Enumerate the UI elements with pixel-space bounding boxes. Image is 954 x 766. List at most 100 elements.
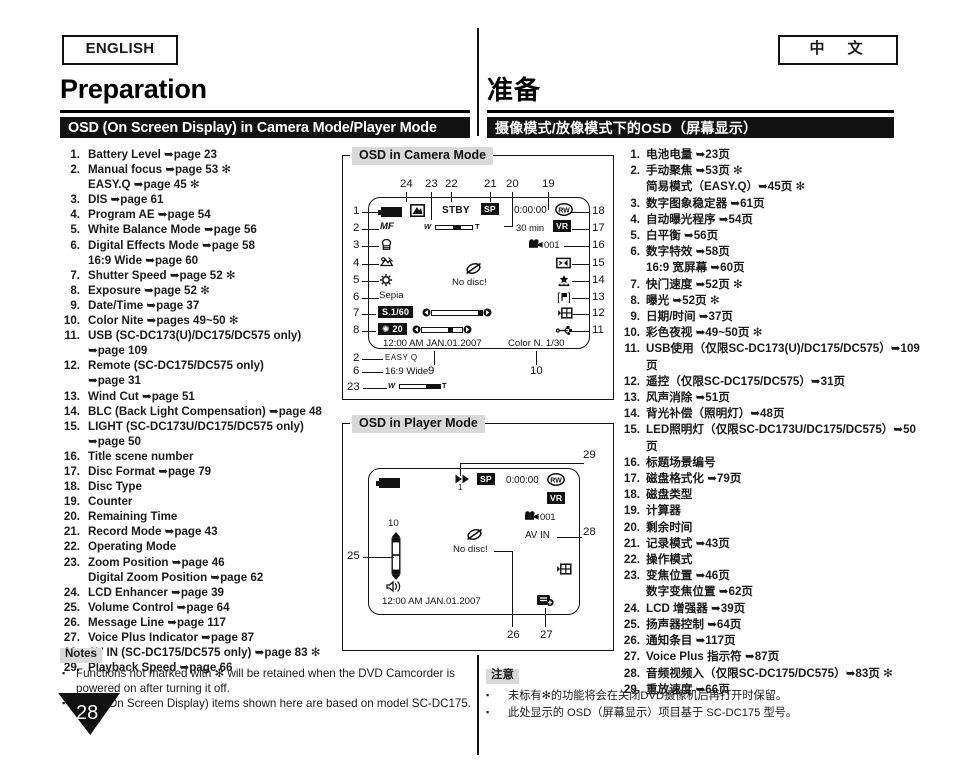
list-item-label: 背光补偿（照明灯）➥48页: [646, 407, 785, 421]
exposure-slider: [412, 325, 472, 334]
callout-22: 22: [445, 178, 458, 190]
list-item: 16. 标题场景编号: [620, 455, 920, 471]
list-item-label: Battery Level ➥page 23: [88, 148, 217, 161]
list-item-number: 19.: [623, 504, 640, 518]
note-text: OSD (On Screen Display) items shown here…: [76, 697, 472, 710]
list-item-number: 3.: [630, 196, 640, 210]
list-item-label: 曝光 ➥52页 ✻: [646, 293, 720, 307]
list-item: 1. Battery Level ➥page 23: [60, 147, 360, 162]
list-item: 18. Disc Type: [60, 479, 360, 494]
list-item-number: 20.: [63, 510, 80, 524]
leader-9: [434, 351, 435, 365]
list-item: 4. 自动曝光程序 ➥54页: [620, 212, 920, 228]
record-mode-badge: SP: [481, 203, 499, 215]
list-item-label: 磁盘格式化 ➥79页: [646, 472, 742, 486]
list-item-number: 13.: [623, 391, 640, 405]
list-item-number: 27.: [623, 650, 640, 664]
list-item-label: 电池电量 ➥23页: [646, 148, 730, 161]
list-item: 22. Operating Mode: [60, 539, 360, 554]
list-item-label: 风声消除 ➥51页: [646, 391, 730, 405]
list-item-number: 21.: [63, 525, 80, 539]
callout-15: 15: [592, 257, 605, 269]
white-balance-icon: [379, 273, 393, 288]
list-item: 25. 扬声器控制 ➥64页: [620, 617, 920, 633]
leader-23-extra: [363, 388, 387, 389]
list-item-number: 8.: [630, 293, 640, 307]
volume-slider[interactable]: [389, 531, 403, 582]
callout-10: 10: [530, 365, 543, 377]
list-item: 24. LCD 增强器 ➥39页: [620, 601, 920, 617]
list-item-number: 9.: [70, 298, 80, 312]
list-item-sublabel: 16:9 宽屏幕 ➥60页: [646, 261, 745, 275]
leader-20a: [512, 192, 513, 226]
list-item: 27. Voice Plus Indicator ➥page 87: [60, 630, 360, 645]
leader-6: [362, 298, 379, 299]
speaker-icon: [386, 580, 404, 594]
list-item-number: 8.: [70, 283, 80, 297]
note-text: 未标有✻的功能将会在关闭DVD摄像机后再打开时保留。: [508, 690, 788, 702]
callout-1: 1: [353, 205, 360, 217]
list-item-number: 25.: [623, 617, 640, 631]
note-item: ▪ 未标有✻的功能将会在关闭DVD摄像机后再打开时保留。: [486, 688, 886, 705]
section-header-chinese: 摄像模式/放像模式下的OSD（屏幕显示）: [487, 117, 894, 138]
leader-5: [362, 281, 379, 282]
playback-speed-index: 1: [458, 483, 463, 492]
list-item: 3. DIS ➥page 61: [60, 192, 360, 207]
callout-13: 13: [592, 291, 605, 303]
list-item: 2. Manual focus ➥page 53 ✻: [60, 162, 360, 177]
disc-format-label: VR: [553, 220, 572, 232]
list-item: 6. 数字特效 ➥58页: [620, 244, 920, 260]
list-item-sublabel: ➥page 31: [88, 374, 141, 388]
callout-24: 24: [400, 178, 413, 190]
list-item: 25. Volume Control ➥page 64: [60, 600, 360, 615]
osd-item-list-chinese: 1. 电池电量 ➥23页 2. 手动聚焦 ➥53页 ✻ 简易模式（EASY.Q）➥45页…: [620, 147, 920, 698]
list-item-label: Digital Effects Mode ➥page 58: [88, 238, 255, 252]
leader-7: [362, 314, 376, 315]
list-item-number: 19.: [63, 495, 80, 509]
list-item-number: 16.: [623, 455, 640, 469]
leader-24: [406, 192, 407, 202]
program-ae-icon: [379, 256, 394, 270]
list-item: 10. 彩色夜视 ➥49~50页 ✻: [620, 325, 920, 341]
list-item: 2. 手动聚焦 ➥53页 ✻: [620, 163, 920, 179]
manual-focus-icon: MF: [380, 221, 394, 232]
list-item-number: 11.: [64, 329, 80, 343]
list-item: 26. Message Line ➥page 117: [60, 615, 360, 630]
svg-text:]: ]: [568, 291, 571, 303]
disc-type-icon-player: RW: [547, 473, 565, 487]
list-item: 8. Exposure ➥page 52 ✻: [60, 283, 360, 298]
list-item-label: 数字图象稳定器 ➥61页: [646, 196, 765, 210]
list-item-label: DIS ➥page 61: [88, 193, 164, 207]
list-item: 14. BLC (Back Light Compensation) ➥page 4…: [60, 404, 360, 419]
list-item-number: 3.: [70, 193, 80, 207]
list-item-label: LED照明灯（仅限SC-DC173U/DC175/DC575）➥50页: [646, 423, 917, 453]
list-item-label: Counter: [88, 495, 133, 509]
title-scene-number: 001: [528, 239, 560, 250]
list-item-number: 5.: [630, 229, 640, 243]
easyq-label: EASY Q: [385, 353, 418, 362]
wide-mode-label: 16:9 Wide: [385, 366, 429, 377]
leader-23: [431, 192, 432, 220]
page-number-badge: 28: [58, 693, 120, 735]
callout-14: 14: [592, 274, 605, 286]
list-item-number: 11.: [624, 342, 640, 356]
list-item-sublabel: Digital Zoom Position ➥page 62: [88, 570, 264, 584]
list-item-label: 彩色夜视 ➥49~50页 ✻: [646, 326, 763, 340]
callout-21: 21: [484, 178, 497, 190]
leader-14: [572, 281, 590, 282]
notes-heading-english: Notes: [60, 648, 102, 663]
list-item: 15. LED照明灯（仅限SC-DC173U/DC175/DC575）➥50页: [620, 422, 920, 454]
notes-list-english: ▪ Functions not marked with ✻ will be ret…: [62, 666, 472, 711]
list-item: 21. Record Mode ➥page 43: [60, 524, 360, 539]
list-item-label: Record Mode ➥page 43: [88, 525, 218, 539]
list-item-number: 24.: [63, 585, 80, 599]
list-item-label: USB (SC-DC173(U)/DC175/DC575 only): [88, 329, 302, 343]
shutter-speed-value: S.1/60: [378, 306, 414, 318]
list-item: 21. 记录模式 ➥43页: [620, 536, 920, 552]
leader-1: [362, 212, 379, 213]
column-divider-bottom: [477, 655, 479, 755]
list-item-number: 2.: [70, 163, 80, 177]
note-text: 此处显示的 OSD（屏幕显示）项目基于 SC-DC175 型号。: [508, 707, 798, 719]
list-item: 19. Counter: [60, 494, 360, 509]
list-item-label: Program AE ➥page 54: [88, 208, 211, 222]
